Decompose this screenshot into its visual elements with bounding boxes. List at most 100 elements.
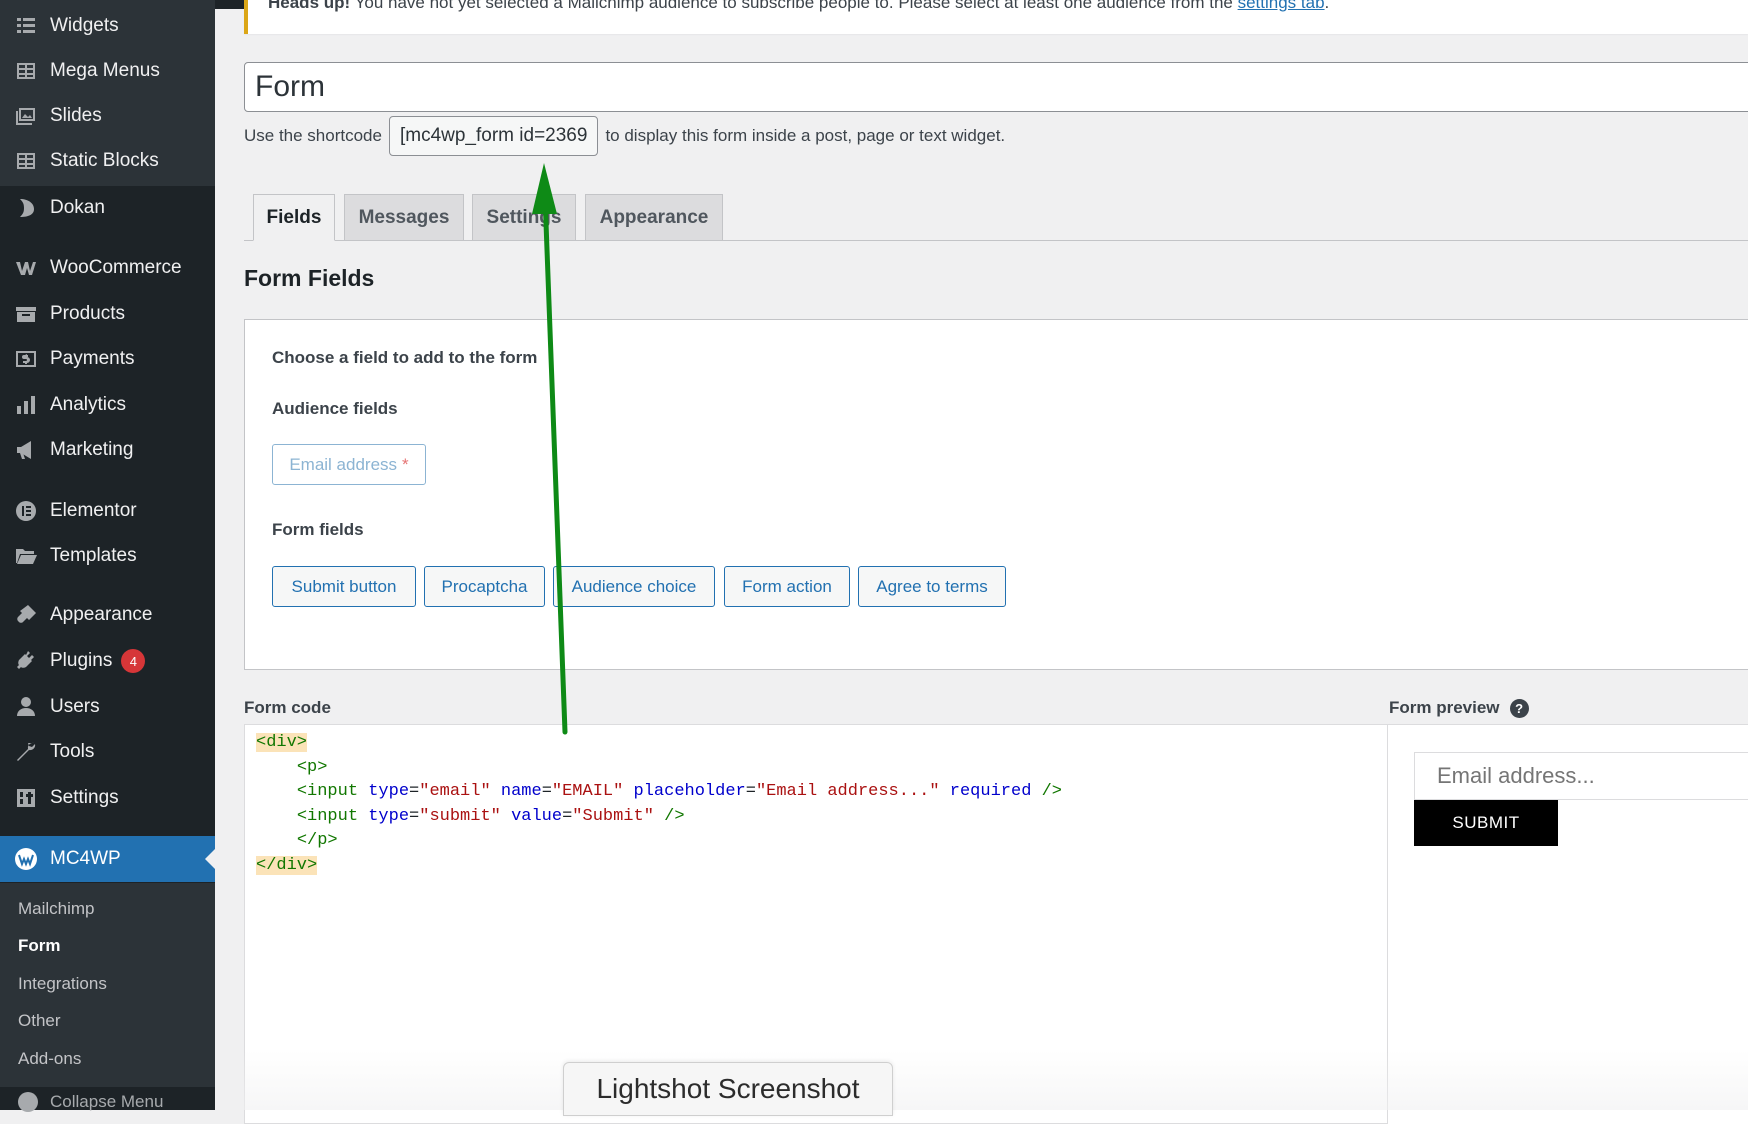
- code-line: </p>: [245, 829, 1387, 854]
- sidebar-item-label: Dokan: [50, 197, 105, 218]
- slides-icon: [12, 102, 40, 130]
- plugin-updates-badge: 4: [121, 649, 146, 673]
- code-line: <input type="submit" value="Submit" />: [296, 806, 685, 826]
- tab-settings[interactable]: Settings: [472, 194, 576, 241]
- admin-sidebar: Widgets Mega Menus Slides Static Blocks …: [0, 0, 215, 1112]
- sidebar-item-products[interactable]: Products: [0, 292, 215, 336]
- code-value: "submit": [419, 806, 501, 826]
- submenu-item-other[interactable]: Other: [18, 1011, 61, 1031]
- code-tag: <div>: [256, 733, 308, 752]
- code-tag: </p>: [296, 831, 338, 850]
- notice-end: .: [1324, 0, 1330, 12]
- sidebar-item-label: Products: [50, 303, 125, 324]
- sidebar-item-label: WooCommerce: [50, 257, 182, 278]
- sidebar-item-label: Marketing: [50, 439, 134, 460]
- shortcode-suffix: to display this form inside a post, page…: [605, 126, 1006, 145]
- sidebar-item-settings[interactable]: Settings: [0, 776, 215, 820]
- code-line: <div>: [245, 731, 1387, 756]
- tab-messages[interactable]: Messages: [344, 194, 464, 241]
- products-icon: [12, 300, 40, 328]
- sidebar-item-label: Payments: [50, 348, 135, 369]
- tab-fields[interactable]: Fields: [253, 194, 335, 241]
- submenu-item-add-ons[interactable]: Add-ons: [18, 1049, 81, 1069]
- sidebar-item-label: Widgets: [50, 15, 119, 36]
- code-line: </div>: [245, 854, 1387, 879]
- form-preview-label: Form preview ?: [1389, 698, 1529, 718]
- code-tag: <input: [296, 782, 359, 801]
- sidebar-item-payments[interactable]: Payments: [0, 337, 215, 381]
- code-value: "email": [419, 782, 491, 801]
- sidebar-item-static-blocks[interactable]: Static Blocks: [0, 139, 215, 183]
- submenu-item-integrations[interactable]: Integrations: [18, 974, 107, 994]
- widgets-icon: [12, 12, 40, 40]
- submit-button-field-button[interactable]: Submit button: [272, 566, 416, 607]
- shortcode-field[interactable]: [mc4wp_form id=2369: [388, 116, 599, 156]
- notice-strong: Heads up!: [268, 0, 351, 12]
- sidebar-item-label: Users: [50, 696, 100, 717]
- sidebar-item-label: Templates: [50, 545, 137, 566]
- submenu-item-form[interactable]: Form: [18, 936, 61, 956]
- sidebar-item-plugins[interactable]: Plugins 4: [0, 639, 215, 683]
- help-icon[interactable]: ?: [1509, 698, 1529, 718]
- sidebar-item-tools[interactable]: Tools: [0, 730, 215, 774]
- code-tag: </div>: [256, 855, 318, 875]
- sidebar-item-marketing[interactable]: Marketing: [0, 428, 215, 472]
- sidebar-item-elementor[interactable]: Elementor: [0, 489, 215, 533]
- appearance-icon: [12, 601, 40, 629]
- agree-to-terms-field-button[interactable]: Agree to terms: [858, 566, 1006, 607]
- code-attr: type: [368, 806, 410, 826]
- form-action-field-button[interactable]: Form action: [724, 566, 850, 607]
- form-fields-heading: Form fields: [272, 520, 364, 539]
- users-icon: [12, 693, 40, 721]
- code-value: "Email address...": [755, 782, 940, 801]
- code-line: <p>: [245, 756, 1387, 781]
- sidebar-item-widgets[interactable]: Widgets: [0, 4, 215, 48]
- email-field-label: Email address: [289, 454, 398, 474]
- tab-appearance[interactable]: Appearance: [585, 194, 723, 241]
- sidebar-item-label: MC4WP: [50, 848, 121, 869]
- form-preview-panel: SUBMIT: [1388, 724, 1748, 1124]
- code-tag: <input: [296, 806, 359, 826]
- settings-icon: [12, 784, 40, 812]
- section-title: Form Fields: [244, 265, 375, 291]
- sidebar-item-appearance[interactable]: Appearance: [0, 593, 215, 637]
- code-line: <input type="email" name="EMAIL" placeho…: [296, 782, 1063, 801]
- audience-choice-field-button[interactable]: Audience choice: [553, 566, 715, 607]
- sidebar-item-templates[interactable]: Templates: [0, 534, 215, 578]
- sidebar-item-label: Analytics: [50, 394, 127, 415]
- sidebar-item-users[interactable]: Users: [0, 685, 215, 729]
- sidebar-item-label: Elementor: [50, 500, 137, 521]
- sidebar-item-mega-menus[interactable]: Mega Menus: [0, 49, 215, 93]
- notice-body: You have not yet selected a Mailchimp au…: [350, 0, 1238, 12]
- mc4wp-submenu: Mailchimp Form Integrations Other Add-on…: [0, 883, 215, 1087]
- sidebar-item-mc4wp[interactable]: MC4WP: [0, 836, 215, 882]
- collapse-menu-button[interactable]: Collapse Menu: [0, 1087, 215, 1117]
- procaptcha-field-button[interactable]: Procaptcha: [424, 566, 545, 607]
- submenu-item-mailchimp[interactable]: Mailchimp: [18, 899, 95, 919]
- sidebar-item-slides[interactable]: Slides: [0, 94, 215, 138]
- settings-tab-link[interactable]: settings tab: [1238, 0, 1325, 12]
- sidebar-item-analytics[interactable]: Analytics: [0, 383, 215, 427]
- plugins-icon: [12, 647, 40, 675]
- preview-email-input[interactable]: [1414, 752, 1748, 800]
- code-attr: type: [368, 782, 410, 801]
- shortcode-prefix: Use the shortcode: [244, 126, 382, 145]
- woocommerce-icon: [12, 254, 40, 282]
- notice-text: Heads up! You have not yet selected a Ma…: [268, 0, 1329, 13]
- email-address-field-button[interactable]: Email address *: [272, 444, 426, 485]
- warning-notice: Heads up! You have not yet selected a Ma…: [244, 0, 1748, 34]
- shortcode-row: Use the shortcode [mc4wp_form id=2369 to…: [244, 116, 1005, 156]
- form-preview-title: Form preview: [1389, 698, 1500, 717]
- form-title-input[interactable]: [244, 62, 1748, 112]
- lightshot-screenshot-tab: Lightshot Screenshot: [563, 1062, 893, 1116]
- preview-submit-button[interactable]: SUBMIT: [1414, 800, 1558, 846]
- sidebar-item-label: Tools: [50, 741, 95, 762]
- sidebar-item-label: Slides: [50, 105, 102, 126]
- code-tag: />: [664, 806, 685, 826]
- sidebar-item-dokan[interactable]: Dokan: [0, 186, 215, 230]
- mega-menus-icon: [12, 57, 40, 85]
- tools-icon: [12, 738, 40, 766]
- field-helper-panel: Choose a field to add to the form Audien…: [244, 319, 1748, 670]
- code-tag: />: [1041, 782, 1063, 801]
- sidebar-item-woocommerce[interactable]: WooCommerce: [0, 246, 215, 290]
